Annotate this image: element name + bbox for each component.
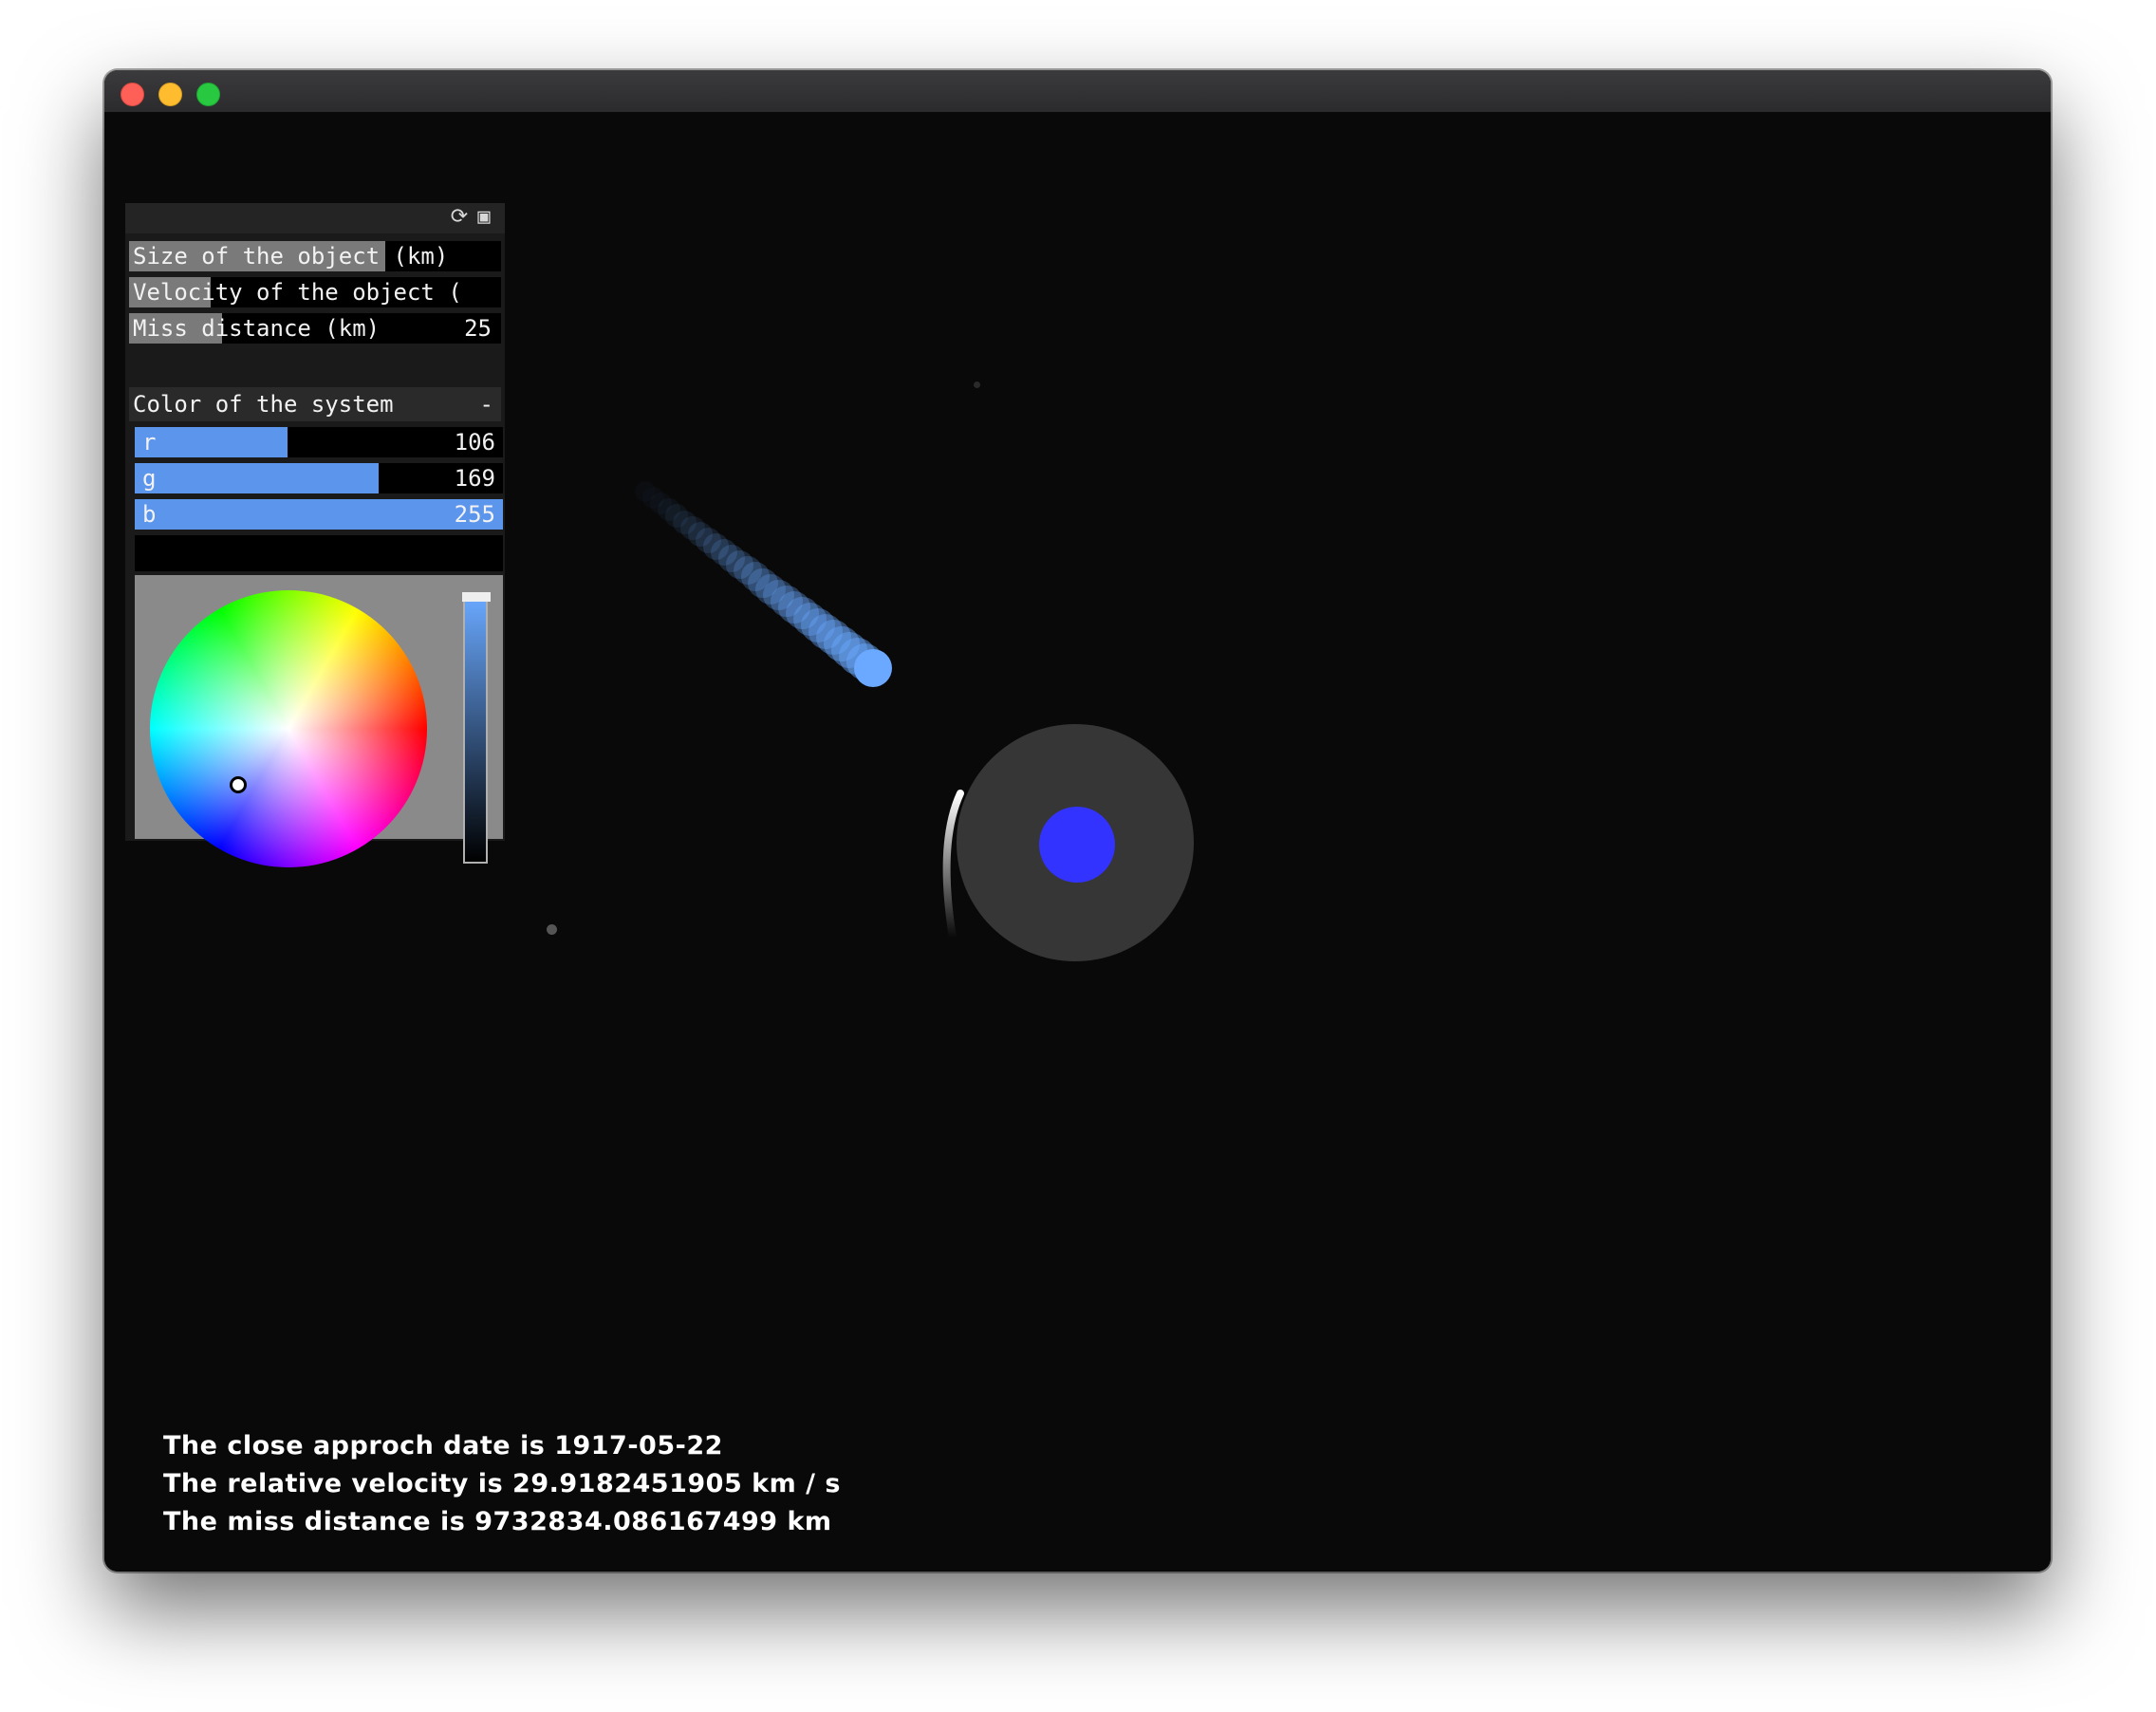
color-preview <box>135 535 503 571</box>
miss-distance-slider[interactable]: Miss distance (km) 25 <box>129 313 501 344</box>
minimize-button[interactable] <box>158 83 182 106</box>
slider-fill <box>135 499 503 530</box>
star <box>974 381 980 388</box>
red-slider[interactable]: r 106 <box>135 427 503 457</box>
reload-icon[interactable]: ⟳ <box>448 205 471 230</box>
control-panel: ⟳ ▣ Size of the object (km) Velocity of … <box>125 203 505 867</box>
green-slider[interactable]: g 169 <box>135 463 503 493</box>
velocity-slider[interactable]: Velocity of the object ( <box>129 277 501 307</box>
slider-value: 106 <box>454 429 495 456</box>
wheel-cursor[interactable] <box>230 776 247 793</box>
brightness-handle[interactable] <box>462 592 491 602</box>
relative-velocity-text: The relative velocity is 29.9182451905 k… <box>163 1469 841 1498</box>
collapse-button[interactable]: - <box>480 390 493 419</box>
title-bar <box>104 70 2051 113</box>
slider-fill <box>135 463 380 493</box>
orbit-arc-icon <box>942 790 964 941</box>
scene-canvas: ⟳ ▣ Size of the object (km) Velocity of … <box>104 112 2051 1572</box>
star <box>547 924 557 935</box>
slider-value: 25 <box>458 314 492 343</box>
slider-label: r <box>142 429 157 456</box>
maximize-button[interactable] <box>196 83 220 106</box>
app-window: ⟳ ▣ Size of the object (km) Velocity of … <box>104 70 2051 1572</box>
miss-distance-text: The miss distance is 9732834.086167499 k… <box>163 1507 832 1536</box>
size-slider[interactable]: Size of the object (km) <box>129 241 501 271</box>
slider-label: b <box>142 501 157 528</box>
slider-value: 255 <box>454 501 495 528</box>
approach-date-text: The close approch date is 1917-05-22 <box>163 1431 723 1461</box>
color-picker <box>135 575 503 867</box>
slider-label: g <box>142 465 157 492</box>
slider-value: 169 <box>454 465 495 492</box>
slider-fill <box>135 427 288 457</box>
save-icon[interactable]: ▣ <box>473 205 495 230</box>
color-wheel[interactable] <box>150 590 427 867</box>
panel-header: ⟳ ▣ <box>125 203 505 233</box>
close-button[interactable] <box>121 83 144 106</box>
blue-slider[interactable]: b 255 <box>135 499 503 530</box>
slider-label: Size of the object (km) <box>133 243 449 270</box>
brightness-slider[interactable] <box>462 592 491 864</box>
trail-dot <box>854 649 892 687</box>
slider-label: Velocity of the object ( <box>133 279 462 306</box>
slider-label: Miss distance (km) <box>133 315 381 342</box>
planet <box>1039 807 1115 883</box>
color-group-header[interactable]: Color of the system - <box>129 387 501 421</box>
group-title: Color of the system <box>133 391 394 418</box>
